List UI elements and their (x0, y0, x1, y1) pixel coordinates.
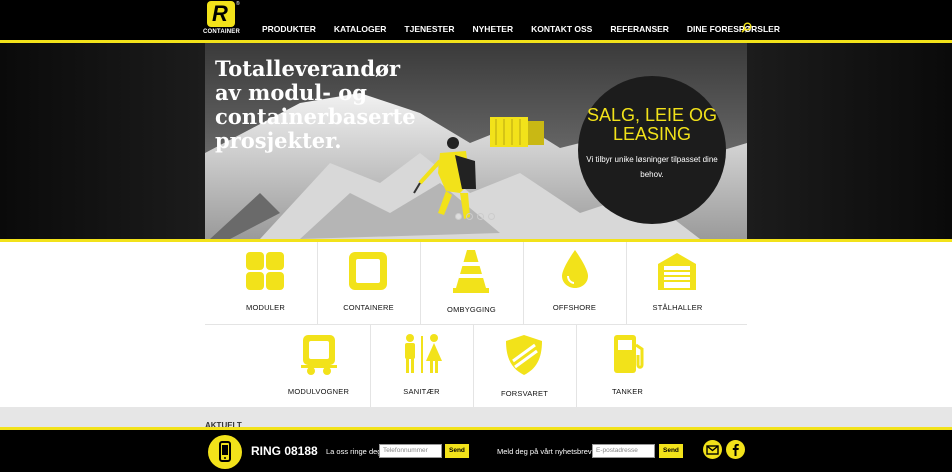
tile-label-tanker: TANKER (611, 387, 644, 396)
tile-ombygging[interactable]: OMBYGGING (420, 242, 523, 324)
rcontainer-logo[interactable]: R ® CONTAINER (203, 1, 240, 39)
email-input[interactable]: E-postadresse (592, 444, 655, 458)
facebook-icon[interactable] (726, 440, 745, 459)
phone-number: RING 08188 (251, 444, 318, 458)
hero-left-shade (0, 43, 205, 239)
offer-subtitle: Vi tilbyr unike løsninger tilpasset dine… (586, 155, 718, 179)
tile-sanitar[interactable]: SANITÆR (370, 325, 473, 407)
nav-item-tjenester[interactable]: TJENESTER (404, 24, 454, 34)
tile-label-forsvaret: FORSVARET (500, 389, 549, 398)
offer-title: SALG, LEIE OG LEASING (586, 105, 718, 144)
main-nav: PRODUKTER KATALOGER TJENESTER NYHETER KO… (262, 24, 798, 34)
newsletter-send-button[interactable]: Send (659, 444, 683, 458)
tile-moduler[interactable]: MODULER (214, 242, 317, 324)
slider-dots (455, 213, 499, 220)
news-section-band: AKTUELT (0, 407, 952, 430)
restroom-icon (405, 334, 442, 373)
nav-item-produkter[interactable]: PRODUKTER (262, 24, 316, 34)
nav-item-dine-foresporsler[interactable]: DINE FORESPØRSLER (687, 24, 780, 34)
tile-tanker[interactable]: TANKER (576, 325, 679, 407)
modules-icon (246, 252, 284, 290)
email-icon[interactable] (703, 440, 722, 459)
newsletter-label: Meld deg på vårt nyhetsbrev: (497, 447, 594, 456)
nav-item-referanser[interactable]: REFERANSER (610, 24, 669, 34)
tile-offshore[interactable]: OFFSHORE (523, 242, 626, 324)
tile-modulvogner[interactable]: MODULVOGNER (267, 325, 370, 407)
callback-label: La oss ringe deg: (326, 447, 384, 456)
registered-mark: ® (236, 1, 240, 7)
tile-label-moduler: MODULER (246, 303, 285, 312)
tile-label-ombygging: OMBYGGING (447, 305, 496, 314)
hero-right-shade (747, 43, 952, 239)
logo-badge: R (207, 1, 235, 27)
nav-item-kataloger[interactable]: KATALOGER (334, 24, 387, 34)
hero-slider: Totalleverandør av modul- og containerba… (0, 43, 952, 239)
phone-input[interactable]: Telefonnummer (379, 444, 442, 458)
tile-containere[interactable]: CONTAINERE (317, 242, 420, 324)
tile-label-offshore: OFFSHORE (552, 303, 597, 312)
nav-item-nyheter[interactable]: NYHETER (473, 24, 514, 34)
phone-icon (208, 435, 242, 469)
fuel-pump-icon (614, 335, 644, 373)
tile-label-containere: CONTAINERE (343, 303, 394, 312)
top-navigation-bar: R ® CONTAINER PRODUKTER KATALOGER TJENES… (0, 0, 952, 42)
trailer-icon (301, 335, 337, 375)
callback-send-button[interactable]: Send (445, 444, 469, 458)
tile-label-modulvogner: MODULVOGNER (287, 387, 350, 396)
slider-dot-1[interactable] (455, 213, 462, 220)
shield-icon (506, 335, 542, 375)
slider-dot-3[interactable] (477, 213, 484, 220)
search-icon[interactable] (741, 22, 752, 33)
traffic-cone-icon (453, 250, 489, 293)
logo-letter: R (212, 1, 228, 26)
logo-name: CONTAINER (203, 29, 241, 35)
contact-footer: RING 08188 La oss ringe deg: Telefonnumm… (0, 427, 952, 472)
steel-hall-icon (658, 253, 696, 290)
tile-forsvaret[interactable]: FORSVARET (473, 325, 576, 407)
tile-label-sanitar: SANITÆR (403, 387, 440, 396)
slider-dot-4[interactable] (488, 213, 495, 220)
tile-stalhaller[interactable]: STÅLHALLER (626, 242, 729, 324)
offer-circle: SALG, LEIE OG LEASING Vi tilbyr unike lø… (578, 76, 726, 224)
tile-label-stalhaller: STÅLHALLER (652, 303, 703, 312)
container-icon (349, 252, 387, 290)
slider-dot-2[interactable] (466, 213, 473, 220)
oil-drop-icon (562, 250, 588, 288)
hero-headline: Totalleverandør av modul- og containerba… (215, 56, 416, 153)
nav-item-kontakt-oss[interactable]: KONTAKT OSS (531, 24, 592, 34)
